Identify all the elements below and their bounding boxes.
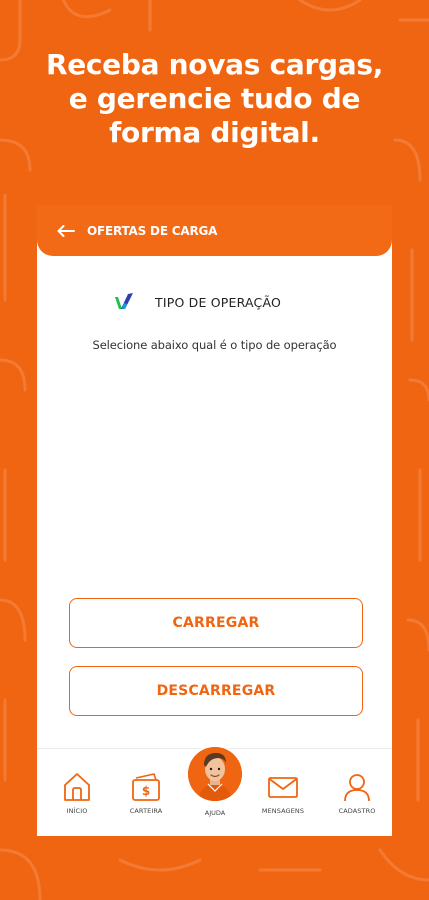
operation-title: TIPO DE OPERAÇÃO (155, 294, 282, 310)
promo-line-1: Receba novas cargas, (45, 48, 384, 81)
unload-button[interactable]: DESCARREGAR (69, 666, 363, 716)
svg-text:$: $ (142, 784, 150, 798)
operation-subtitle: Selecione abaixo qual é o tipo de operaç… (92, 338, 337, 352)
operation-header: TIPO DE OPERAÇÃO (113, 291, 281, 313)
assistant-avatar-icon (188, 747, 242, 801)
brand-logo-icon (115, 293, 133, 309)
app-bar: OFERTAS DE CARGA (37, 205, 392, 256)
nav-label-home: INÍCIO (66, 807, 88, 815)
nav-item-profile[interactable]: CADASTRO (327, 771, 387, 815)
bottom-navigation: INÍCIO $ CARTEIRA AJUDA MENSAGENS CADAST… (37, 747, 392, 836)
page-title: OFERTAS DE CARGA (87, 223, 218, 238)
nav-item-wallet[interactable]: $ CARTEIRA (116, 771, 176, 815)
wallet-icon: $ (132, 773, 160, 801)
help-avatar-button[interactable] (188, 747, 242, 801)
nav-label-profile: CADASTRO (338, 807, 376, 815)
load-button[interactable]: CARREGAR (69, 598, 363, 648)
user-icon (344, 774, 370, 802)
promo-line-3: forma digital. (109, 116, 320, 149)
app-screen: OFERTAS DE CARGA TIPO DE OPERAÇÃO Seleci… (37, 205, 392, 836)
nav-label-help: AJUDA (204, 809, 226, 817)
nav-item-messages[interactable]: MENSAGENS (253, 771, 313, 815)
nav-label-wallet: CARTEIRA (129, 807, 163, 815)
home-icon (64, 773, 90, 801)
mail-icon (268, 777, 298, 798)
promo-headline: Receba novas cargas, e gerencie tudo de … (0, 48, 429, 150)
promo-line-2: e gerencie tudo de (68, 82, 361, 115)
nav-label-messages: MENSAGENS (261, 807, 305, 815)
arrow-left-icon[interactable] (57, 224, 79, 238)
nav-item-home[interactable]: INÍCIO (47, 771, 107, 815)
